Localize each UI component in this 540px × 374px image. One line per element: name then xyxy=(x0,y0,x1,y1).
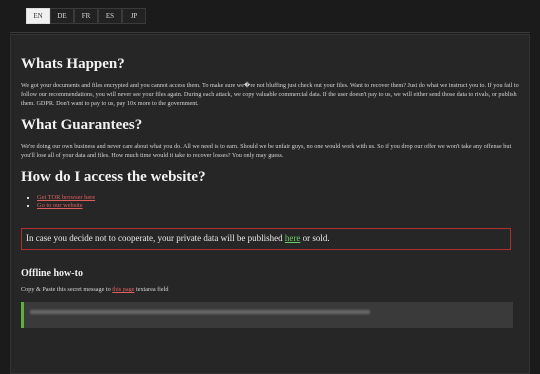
list-item: Go to our website xyxy=(37,202,519,210)
guarantees-text: We're doing our own business and never c… xyxy=(21,143,512,159)
warning-box: In case you decide not to cooperate, you… xyxy=(21,228,511,250)
tor-browser-link[interactable]: Get TOR browser here xyxy=(37,194,95,201)
tab-de[interactable]: DE xyxy=(50,8,74,24)
whats-happen-text: We got your documents and files encrypte… xyxy=(21,82,519,107)
this-page-link[interactable]: this page xyxy=(112,286,134,293)
secret-message-box[interactable] xyxy=(21,302,513,328)
warning-prefix: In case you decide not to cooperate, you… xyxy=(26,233,285,243)
access-heading: How do I access the website? xyxy=(21,169,206,185)
language-tabs: EN DE FR ES JP xyxy=(26,8,146,24)
access-links: Get TOR browser here Go to our website xyxy=(21,194,519,210)
redacted-line xyxy=(30,310,370,314)
publish-here-link[interactable]: here xyxy=(285,233,301,243)
guarantees-heading: What Guarantees? xyxy=(21,117,143,133)
top-divider xyxy=(10,32,530,33)
instruction-suffix: textarea field xyxy=(134,286,169,293)
tab-jp[interactable]: JP xyxy=(122,8,146,24)
tab-fr[interactable]: FR xyxy=(74,8,98,24)
tab-es[interactable]: ES xyxy=(98,8,122,24)
website-link[interactable]: Go to our website xyxy=(37,202,83,209)
instruction-prefix: Copy & Paste this secret message to xyxy=(21,286,113,293)
offline-instruction: Copy & Paste this secret message to this… xyxy=(21,286,519,293)
whats-happen-heading: Whats Happen? xyxy=(21,56,125,72)
offline-heading: Offline how-to xyxy=(21,268,83,279)
content-panel: Whats Happen? We got your documents and … xyxy=(10,34,530,374)
warning-suffix: or sold. xyxy=(300,233,330,243)
list-item: Get TOR browser here xyxy=(37,194,519,202)
tab-en[interactable]: EN xyxy=(26,8,50,24)
